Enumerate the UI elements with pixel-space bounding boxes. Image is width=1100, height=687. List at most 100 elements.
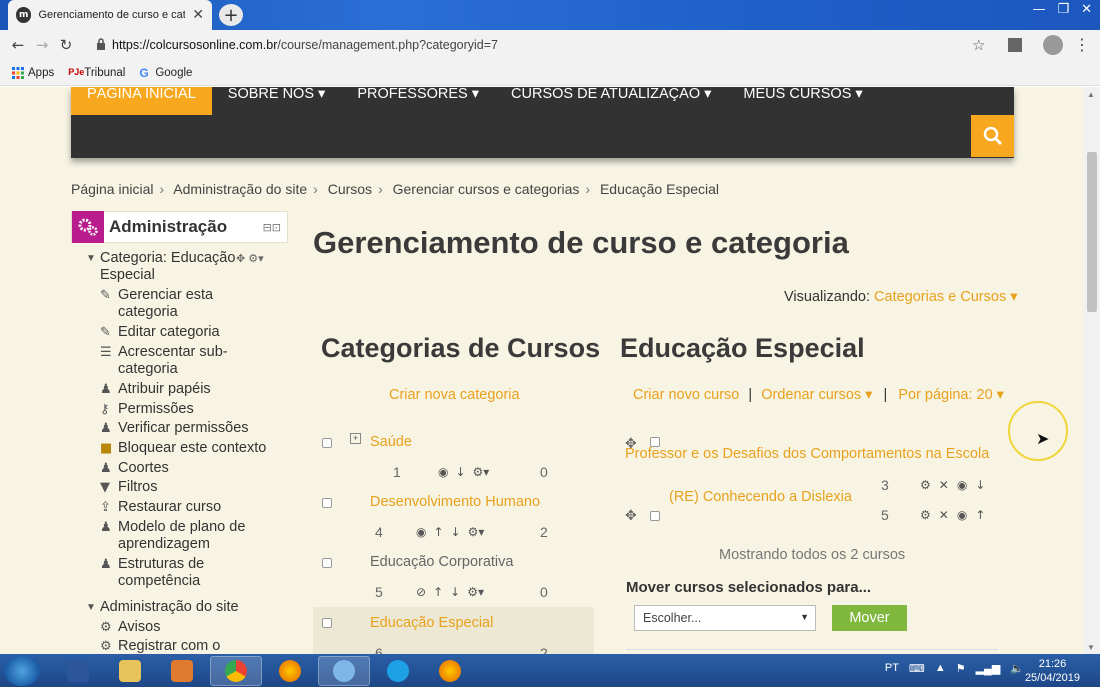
course-name[interactable]: Professor e os Desafios dos Comportament… bbox=[625, 446, 989, 462]
create-course-link[interactable]: Criar novo curso bbox=[633, 387, 739, 403]
taskbar-ie[interactable] bbox=[372, 656, 424, 686]
tree-item-restaurar[interactable]: ⇪ Restaurar curso bbox=[100, 499, 221, 516]
per-page-dropdown[interactable]: Por página: 20 ▾ bbox=[898, 387, 1004, 403]
course-name[interactable]: (RE) Conhecendo a Dislexia bbox=[669, 489, 852, 505]
taskbar-media[interactable] bbox=[156, 656, 208, 686]
start-button[interactable] bbox=[4, 656, 40, 686]
create-category-link[interactable]: Criar nova categoria bbox=[389, 387, 520, 403]
forward-icon[interactable]: → bbox=[30, 36, 54, 54]
tree-item-coortes[interactable]: ♟ Coortes bbox=[100, 460, 169, 477]
tree-item-permissoes[interactable]: ⚷ Permissões bbox=[100, 401, 194, 418]
tree-item-registrar[interactable]: ⚙ Registrar com o bbox=[100, 638, 220, 654]
category-row[interactable]: Educação Corporativa 5 ⊘ ↑ ↓ ⚙▾ 0 bbox=[313, 551, 594, 611]
category-name[interactable]: Educação Corporativa bbox=[370, 554, 513, 570]
clock[interactable]: 21:26 25/04/2019 bbox=[1025, 657, 1080, 685]
taskbar-word[interactable] bbox=[52, 656, 104, 686]
reload-icon[interactable]: ↻ bbox=[54, 36, 78, 54]
category-row[interactable]: + Saúde 1 ◉ ↓ ⚙▾ 0 bbox=[313, 431, 594, 491]
taskbar-explorer[interactable] bbox=[104, 656, 156, 686]
eye-icon[interactable]: ◉ bbox=[416, 525, 426, 539]
block-collapse-icon[interactable]: ⊟⊡ bbox=[263, 221, 281, 234]
nav-cursos-atualizacao[interactable]: CURSOS DE ATUALIZAÇÃO ▾ bbox=[495, 87, 727, 115]
tree-site-admin-node[interactable]: ▼ Administração do site bbox=[86, 599, 239, 616]
scroll-thumb[interactable] bbox=[1087, 152, 1097, 312]
bookmark-tribunal[interactable]: PJe Tribunal bbox=[68, 67, 125, 79]
category-checkbox[interactable] bbox=[322, 438, 332, 448]
volume-icon[interactable]: 🔈 bbox=[1010, 662, 1024, 675]
category-row-selected[interactable]: Educação Especial 6 2 bbox=[313, 607, 594, 654]
bookmark-apps[interactable]: Apps bbox=[12, 66, 54, 79]
back-icon[interactable]: ← bbox=[6, 36, 30, 54]
arrow-down-icon[interactable]: ↓ bbox=[975, 478, 985, 492]
flag-icon[interactable]: ⚑ bbox=[956, 662, 966, 675]
category-checkbox[interactable] bbox=[322, 618, 332, 628]
category-row[interactable]: Desenvolvimento Humano 4 ◉ ↑ ↓ ⚙▾ 2 bbox=[313, 491, 594, 551]
network-icon[interactable]: ▂▄▆ bbox=[976, 662, 1001, 675]
nav-meus-cursos[interactable]: MEUS CURSOS ▾ bbox=[727, 87, 878, 115]
arrow-down-icon[interactable]: ↓ bbox=[451, 525, 461, 539]
arrow-down-icon[interactable]: ↓ bbox=[455, 465, 465, 479]
minimize-icon[interactable]: — bbox=[1032, 2, 1045, 17]
gear-menu-icon[interactable]: ⚙▾ bbox=[467, 585, 484, 599]
bookmark-star-icon[interactable]: ☆ bbox=[972, 36, 985, 54]
move-handle-icon[interactable]: ✥ bbox=[625, 508, 637, 524]
address-bar[interactable]: https://colcursosonline.com.br/course/ma… bbox=[96, 34, 996, 56]
category-name[interactable]: Desenvolvimento Humano bbox=[370, 494, 540, 510]
extension-icon[interactable] bbox=[1008, 38, 1022, 52]
sort-courses-dropdown[interactable]: Ordenar cursos ▾ bbox=[761, 387, 872, 403]
browser-menu-icon[interactable]: ⋮ bbox=[1074, 35, 1090, 54]
arrow-up-icon[interactable]: ↑ bbox=[433, 585, 443, 599]
close-tab-icon[interactable]: ✕ bbox=[192, 7, 204, 23]
scroll-down-icon[interactable]: ▼ bbox=[1087, 643, 1095, 652]
profile-avatar[interactable] bbox=[1043, 35, 1063, 55]
tree-item-gerenciar[interactable]: ✎ Gerenciar esta categoria bbox=[100, 287, 270, 321]
tree-category-node[interactable]: ▼ Categoria: Educação Especial ✥ ⚙▾ bbox=[86, 250, 281, 284]
language-indicator[interactable]: PT bbox=[885, 662, 899, 675]
taskbar-chrome[interactable] bbox=[210, 656, 262, 686]
breadcrumb-item[interactable]: Educação Especial bbox=[600, 181, 719, 197]
expand-icon[interactable]: + bbox=[350, 433, 361, 444]
course-checkbox[interactable] bbox=[650, 511, 660, 521]
gear-menu-icon[interactable]: ⚙▾ bbox=[468, 525, 485, 539]
nav-sobre-nos[interactable]: SOBRE NOS ▾ bbox=[212, 87, 342, 115]
delete-icon[interactable]: ✕ bbox=[939, 478, 949, 492]
category-checkbox[interactable] bbox=[322, 498, 332, 508]
close-window-icon[interactable]: ✕ bbox=[1081, 2, 1092, 17]
new-tab-button[interactable]: + bbox=[219, 4, 243, 26]
eye-icon[interactable]: ◉ bbox=[438, 465, 448, 479]
nav-professores[interactable]: PROFESSORES ▾ bbox=[341, 87, 495, 115]
maximize-icon[interactable]: ❐ bbox=[1057, 2, 1069, 17]
category-checkbox[interactable] bbox=[322, 558, 332, 568]
breadcrumb-item[interactable]: Página inicial bbox=[71, 181, 154, 197]
eye-slash-icon[interactable]: ⊘ bbox=[416, 585, 426, 599]
tree-item-modelo[interactable]: ♟ Modelo de plano de aprendizagem bbox=[100, 519, 270, 553]
breadcrumb-item[interactable]: Cursos bbox=[328, 181, 372, 197]
browser-tab[interactable]: m Gerenciamento de curso e categ ✕ bbox=[8, 0, 212, 30]
breadcrumb-item[interactable]: Administração do site bbox=[173, 181, 307, 197]
arrow-up-icon[interactable]: ↑ bbox=[975, 508, 985, 522]
eye-icon[interactable]: ◉ bbox=[957, 508, 967, 522]
arrow-up-icon[interactable]: ↑ bbox=[433, 525, 443, 539]
bookmark-google[interactable]: G Google bbox=[139, 67, 192, 79]
move-button[interactable]: Mover bbox=[832, 605, 907, 631]
breadcrumb-item[interactable]: Gerenciar cursos e categorias bbox=[393, 181, 580, 197]
tree-item-filtros[interactable]: ▼ Filtros bbox=[100, 479, 157, 496]
tree-item-bloquear[interactable]: ■ Bloquear este contexto bbox=[100, 440, 266, 457]
gear-icon[interactable]: ⚙ bbox=[920, 508, 931, 522]
arrow-down-icon[interactable]: ↓ bbox=[450, 585, 460, 599]
destination-select[interactable]: Escolher... ▼ bbox=[634, 605, 816, 631]
delete-icon[interactable]: ✕ bbox=[939, 508, 949, 522]
tree-item-avisos[interactable]: ⚙ Avisos bbox=[100, 619, 160, 636]
move-settings-icon[interactable]: ✥ ⚙▾ bbox=[236, 252, 264, 265]
nav-home[interactable]: PÁGINA INICIAL bbox=[71, 87, 212, 115]
page-scrollbar[interactable]: ▲ ▼ bbox=[1084, 87, 1100, 654]
tray-chevron-icon[interactable]: ▲ bbox=[935, 662, 946, 675]
tree-item-subcategoria[interactable]: ☰ Acrescentar sub-categoria bbox=[100, 344, 270, 378]
viewing-dropdown[interactable]: Categorias e Cursos ▾ bbox=[874, 289, 1017, 305]
category-name[interactable]: Saúde bbox=[370, 434, 412, 450]
scroll-up-icon[interactable]: ▲ bbox=[1087, 90, 1095, 99]
taskbar-app[interactable] bbox=[318, 656, 370, 686]
tree-item-verificar[interactable]: ♟ Verificar permissões bbox=[100, 420, 249, 437]
taskbar-firefox-2[interactable] bbox=[424, 656, 476, 686]
gear-menu-icon[interactable]: ⚙▾ bbox=[473, 465, 490, 479]
